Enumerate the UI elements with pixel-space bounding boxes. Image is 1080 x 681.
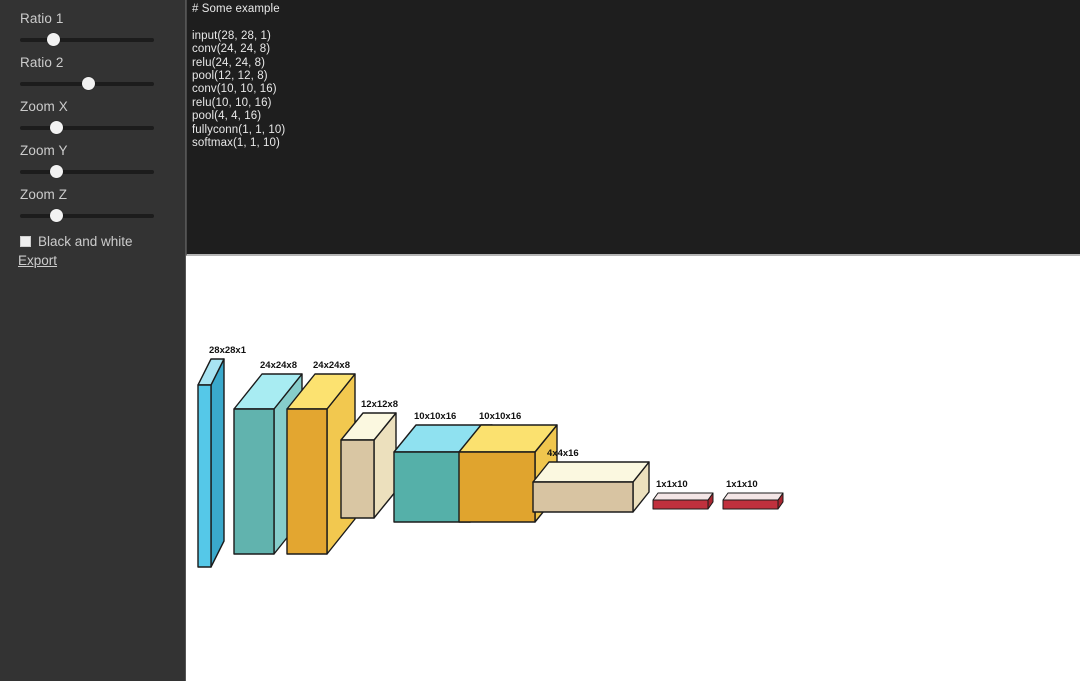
slider-label-zoom-y: Zoom Y (20, 143, 68, 158)
control-ratio-1: Ratio 1 (0, 11, 185, 47)
slider-label-zoom-z: Zoom Z (20, 187, 68, 202)
layer-label-input-0: 28x28x1 (209, 345, 246, 356)
slider-track[interactable] (20, 170, 154, 174)
layer-label-conv-1: 24x24x8 (260, 360, 297, 371)
slider-thumb-zoom-z[interactable] (50, 209, 64, 222)
slider-zoom-y[interactable] (20, 165, 154, 179)
slider-zoom-x[interactable] (20, 121, 154, 135)
slider-thumb-zoom-x[interactable] (50, 121, 64, 134)
controls-sidebar: Ratio 1 Ratio 2 Zoom X Zoom Y Zoom Z Bla… (0, 0, 186, 681)
layer-box-pool-6[interactable] (532, 461, 650, 513)
slider-track[interactable] (20, 214, 154, 218)
code-editor-text[interactable]: # Some example input(28, 28, 1) conv(24,… (187, 0, 1080, 150)
export-link[interactable]: Export (18, 253, 57, 268)
layer-label-pool-6: 4x4x16 (547, 448, 579, 459)
slider-label-ratio-1: Ratio 1 (20, 11, 64, 26)
layer-label-softmax-8: 1x1x10 (726, 479, 758, 490)
slider-zoom-z[interactable] (20, 209, 154, 223)
black-and-white-label: Black and white (38, 233, 133, 249)
slider-label-zoom-x: Zoom X (20, 99, 68, 114)
layer-label-conv-4: 10x10x16 (414, 411, 457, 422)
layer-label-relu-2: 24x24x8 (313, 360, 350, 371)
black-and-white-row[interactable]: Black and white (0, 233, 185, 249)
control-zoom-y: Zoom Y (0, 143, 185, 179)
slider-ratio-1[interactable] (20, 33, 154, 47)
code-editor-panel[interactable]: # Some example input(28, 28, 1) conv(24,… (186, 0, 1080, 256)
control-zoom-z: Zoom Z (0, 187, 185, 223)
slider-thumb-ratio-2[interactable] (81, 77, 95, 90)
control-ratio-2: Ratio 2 (0, 55, 185, 91)
slider-track[interactable] (20, 126, 154, 130)
app-root: Ratio 1 Ratio 2 Zoom X Zoom Y Zoom Z Bla… (0, 0, 1080, 681)
layer-label-fullyconn-7: 1x1x10 (656, 479, 688, 490)
slider-ratio-2[interactable] (20, 77, 154, 91)
layer-label-relu-5: 10x10x16 (479, 411, 522, 422)
black-and-white-checkbox[interactable] (20, 235, 31, 247)
slider-thumb-zoom-y[interactable] (50, 165, 64, 178)
layer-label-pool-3: 12x12x8 (361, 399, 398, 410)
slider-label-ratio-2: Ratio 2 (20, 55, 64, 70)
control-zoom-x: Zoom X (0, 99, 185, 135)
layer-box-softmax-8[interactable] (722, 492, 784, 510)
layer-box-fullyconn-7[interactable] (652, 492, 714, 510)
network-canvas[interactable]: 28x28x1 24x24x8 24x24x8 12x12x8 10x10x16 10x1… (187, 256, 1080, 681)
layer-box-input-0[interactable] (197, 358, 225, 568)
slider-track[interactable] (20, 38, 154, 42)
slider-thumb-ratio-1[interactable] (46, 33, 60, 46)
network-diagram (197, 358, 784, 568)
